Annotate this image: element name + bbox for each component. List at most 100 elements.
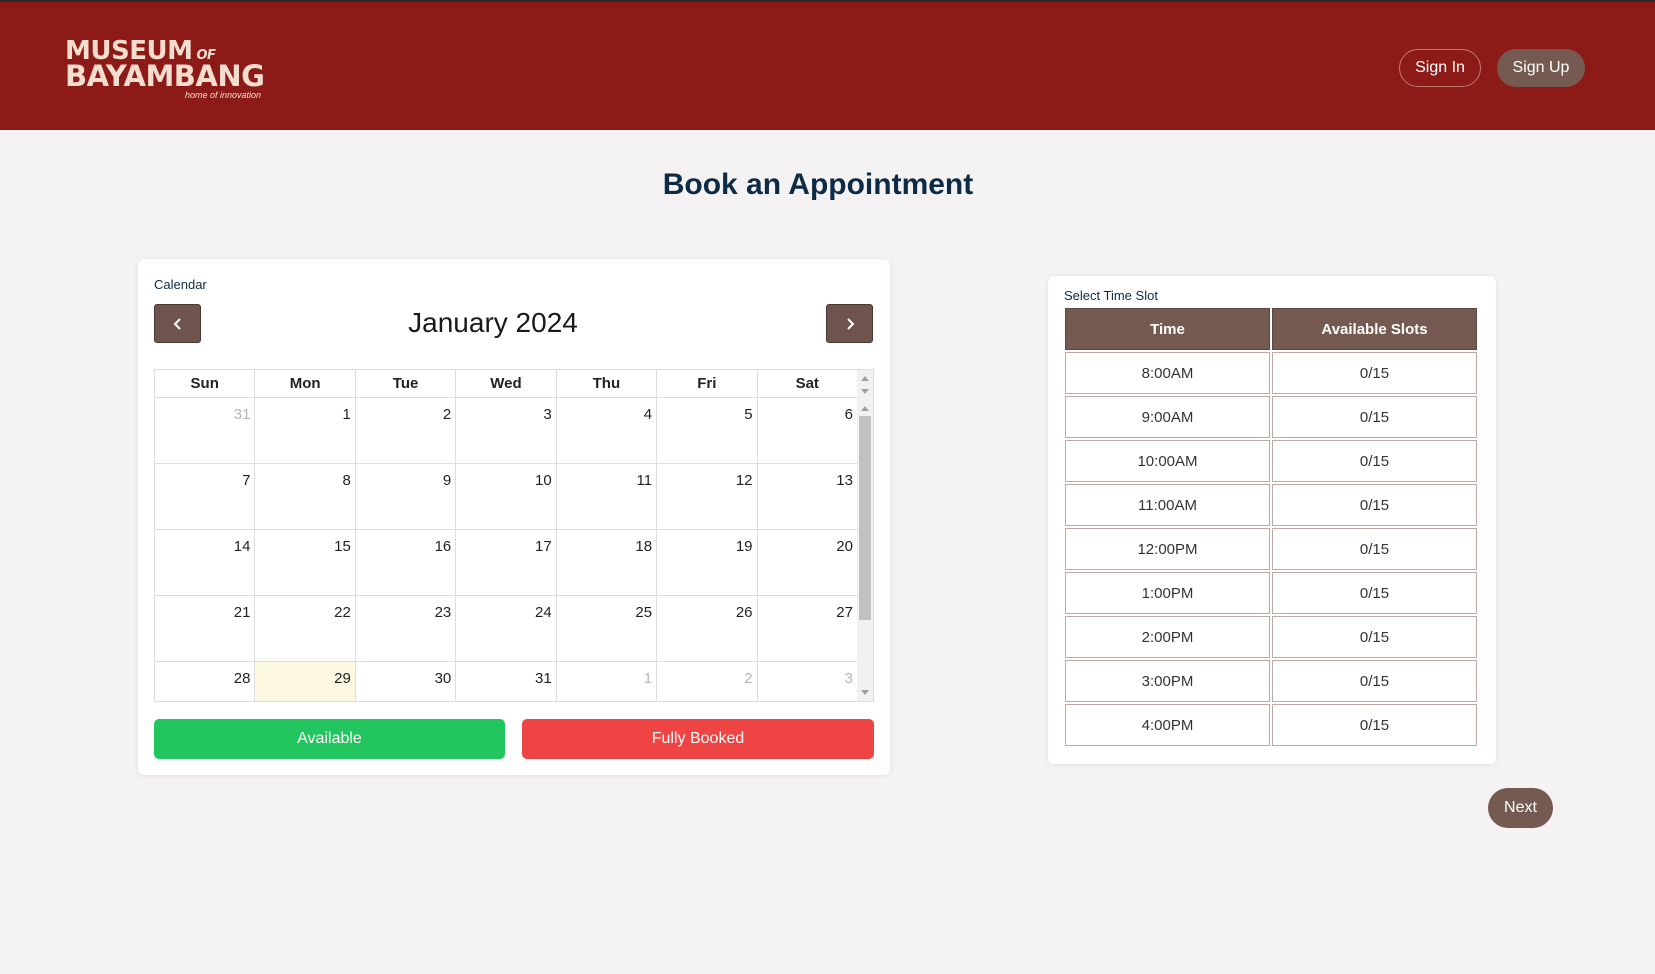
next-month-button[interactable]: [826, 304, 873, 343]
scroll-up-arrow-icon[interactable]: [861, 406, 869, 411]
table-row[interactable]: 3:00PM 0/15: [1064, 659, 1478, 703]
time-cell[interactable]: 11:00AM: [1065, 484, 1270, 526]
calendar-day[interactable]: 7: [155, 464, 256, 529]
calendar-week: 31 1 2 3 4 5 6: [155, 398, 857, 464]
time-cell[interactable]: 9:00AM: [1065, 396, 1270, 438]
weekday-label: Sat: [795, 375, 819, 392]
calendar-day[interactable]: 28: [155, 662, 256, 701]
table-row[interactable]: 12:00PM 0/15: [1064, 527, 1478, 571]
table-header: Time Available Slots: [1064, 307, 1478, 351]
logo-line-2: BAYAMBANG: [65, 59, 265, 93]
table-row[interactable]: 10:00AM 0/15: [1064, 439, 1478, 483]
calendar-day[interactable]: 5: [657, 398, 758, 463]
calendar-day[interactable]: 23: [356, 596, 457, 661]
calendar-day[interactable]: 1: [557, 662, 658, 701]
calendar-week: 21 22 23 24 25 26 27: [155, 596, 857, 662]
calendar-week: 28 29 30 31 1 2 3: [155, 662, 857, 701]
slots-cell[interactable]: 0/15: [1272, 616, 1477, 658]
calendar-scrollbar[interactable]: [857, 370, 873, 701]
column-header-available-slots: Available Slots: [1272, 308, 1477, 350]
sign-up-button[interactable]: Sign Up: [1497, 49, 1585, 87]
time-cell[interactable]: 10:00AM: [1065, 440, 1270, 482]
time-cell[interactable]: 8:00AM: [1065, 352, 1270, 394]
slots-cell[interactable]: 0/15: [1272, 440, 1477, 482]
weekday-label: Thu: [557, 370, 658, 397]
calendar-day[interactable]: 18: [557, 530, 658, 595]
time-slot-table: Time Available Slots 8:00AM 0/15 9:00AM …: [1064, 307, 1478, 747]
calendar-day[interactable]: 8: [255, 464, 356, 529]
calendar-day[interactable]: 2: [657, 662, 758, 701]
calendar-day[interactable]: 27: [758, 596, 857, 661]
calendar-day[interactable]: 1: [255, 398, 356, 463]
calendar-day[interactable]: 4: [557, 398, 658, 463]
calendar-week: 7 8 9 10 11 12 13: [155, 464, 857, 530]
slots-cell[interactable]: 0/15: [1272, 572, 1477, 614]
calendar-day[interactable]: 26: [657, 596, 758, 661]
calendar-day[interactable]: 14: [155, 530, 256, 595]
table-row[interactable]: 8:00AM 0/15: [1064, 351, 1478, 395]
table-row[interactable]: 4:00PM 0/15: [1064, 703, 1478, 747]
calendar-weeks: 31 1 2 3 4 5 6 7 8 9 10 11 12 13 14 15 1…: [155, 398, 857, 701]
weekday-label: Mon: [255, 370, 356, 397]
calendar-day[interactable]: 3: [758, 662, 857, 701]
slots-cell[interactable]: 0/15: [1272, 484, 1477, 526]
calendar-day[interactable]: 20: [758, 530, 857, 595]
calendar-day[interactable]: 15: [255, 530, 356, 595]
time-cell[interactable]: 1:00PM: [1065, 572, 1270, 614]
slots-cell[interactable]: 0/15: [1272, 352, 1477, 394]
calendar-day[interactable]: 16: [356, 530, 457, 595]
calendar-day[interactable]: 11: [557, 464, 658, 529]
weekday-label: Wed: [456, 370, 557, 397]
table-row[interactable]: 11:00AM 0/15: [1064, 483, 1478, 527]
calendar-day[interactable]: 2: [356, 398, 457, 463]
calendar-week: 14 15 16 17 18 19 20: [155, 530, 857, 596]
museum-logo[interactable]: MUSEUM OF BAYAMBANG home of innovation: [65, 38, 285, 104]
calendar-day[interactable]: 3: [456, 398, 557, 463]
table-row[interactable]: 1:00PM 0/15: [1064, 571, 1478, 615]
scroll-down-arrow-icon[interactable]: [861, 389, 869, 394]
chevron-right-icon: [846, 317, 854, 330]
calendar-day-today[interactable]: 29: [255, 662, 356, 701]
next-button[interactable]: Next: [1488, 788, 1553, 828]
table-row[interactable]: 2:00PM 0/15: [1064, 615, 1478, 659]
slots-cell[interactable]: 0/15: [1272, 528, 1477, 570]
weekday-label: Sun: [155, 370, 256, 397]
calendar-grid: Sun Mon Tue Wed Thu Fri Sat 31 1 2 3 4 5…: [154, 369, 874, 702]
calendar-day[interactable]: 24: [456, 596, 557, 661]
slots-cell[interactable]: 0/15: [1272, 396, 1477, 438]
sign-in-button[interactable]: Sign In: [1399, 49, 1481, 87]
scroll-up-arrow-icon[interactable]: [861, 376, 869, 381]
calendar-day[interactable]: 10: [456, 464, 557, 529]
time-cell[interactable]: 3:00PM: [1065, 660, 1270, 702]
weekday-header: Sun Mon Tue Wed Thu Fri Sat: [155, 370, 857, 398]
calendar-day[interactable]: 13: [758, 464, 857, 529]
weekday-label: Tue: [356, 370, 457, 397]
chevron-left-icon: [173, 317, 181, 330]
site-header: MUSEUM OF BAYAMBANG home of innovation Si…: [0, 0, 1655, 130]
calendar-day[interactable]: 30: [356, 662, 457, 701]
calendar-day[interactable]: 25: [557, 596, 658, 661]
table-row[interactable]: 9:00AM 0/15: [1064, 395, 1478, 439]
calendar-day[interactable]: 9: [356, 464, 457, 529]
calendar-day[interactable]: 22: [255, 596, 356, 661]
fully-booked-legend-button[interactable]: Fully Booked: [522, 719, 874, 759]
calendar-day[interactable]: 31: [155, 398, 256, 463]
time-cell[interactable]: 2:00PM: [1065, 616, 1270, 658]
calendar-day[interactable]: 21: [155, 596, 256, 661]
calendar-label: Calendar: [154, 277, 207, 292]
prev-month-button[interactable]: [154, 304, 201, 343]
time-cell[interactable]: 12:00PM: [1065, 528, 1270, 570]
calendar-day[interactable]: 19: [657, 530, 758, 595]
scroll-down-arrow-icon[interactable]: [861, 690, 869, 695]
slots-cell[interactable]: 0/15: [1272, 704, 1477, 746]
available-legend-button[interactable]: Available: [154, 719, 505, 759]
calendar-day[interactable]: 6: [758, 398, 857, 463]
slots-cell[interactable]: 0/15: [1272, 660, 1477, 702]
calendar-day[interactable]: 17: [456, 530, 557, 595]
calendar-day[interactable]: 12: [657, 464, 758, 529]
column-header-time: Time: [1065, 308, 1270, 350]
calendar-day[interactable]: 31: [456, 662, 557, 701]
scroll-thumb[interactable]: [859, 416, 871, 620]
logo-tagline: home of innovation: [185, 90, 262, 100]
time-cell[interactable]: 4:00PM: [1065, 704, 1270, 746]
